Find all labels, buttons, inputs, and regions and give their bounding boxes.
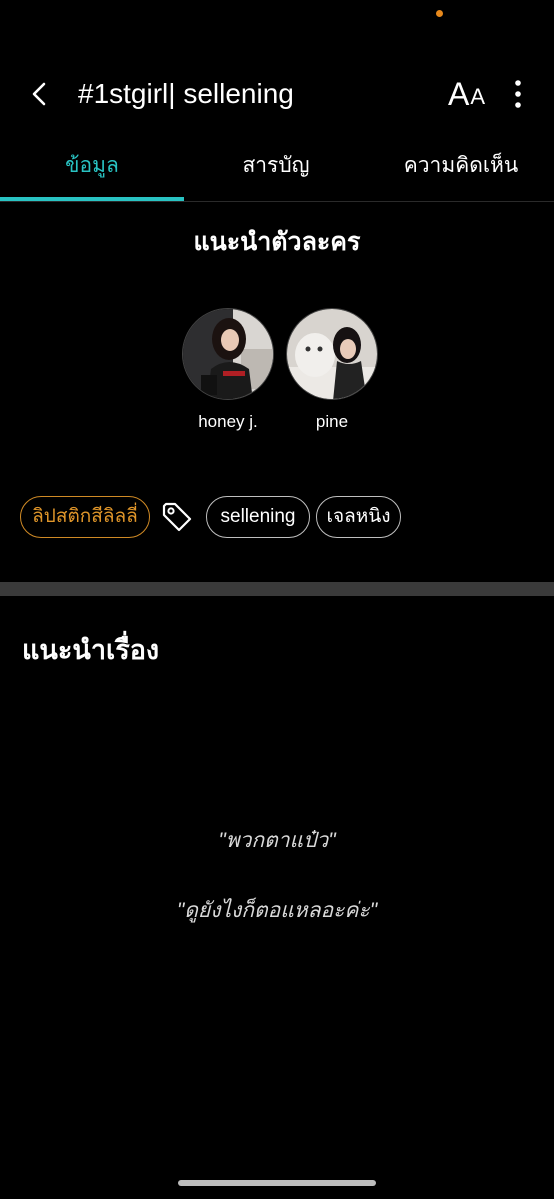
top-app-bar: #1stgirl| sellening A A	[0, 62, 554, 126]
chevron-left-icon	[32, 82, 46, 106]
more-vertical-icon	[515, 80, 521, 108]
tab-comments[interactable]: ความคิดเห็น	[368, 140, 554, 200]
more-options-button[interactable]	[506, 76, 530, 112]
section-divider	[0, 582, 554, 596]
characters-section-title: แนะนำตัวละคร	[193, 228, 361, 256]
tag-chip[interactable]: เจลหนิง	[316, 496, 401, 538]
story-info-screen: #1stgirl| sellening A A ข้อมูล สารบัญ คว…	[0, 0, 554, 1199]
character-name: honey j.	[198, 412, 258, 431]
status-indicator-dot	[436, 10, 443, 17]
page-title: #1stgirl| sellening	[78, 78, 294, 109]
character-name: pine	[315, 412, 349, 431]
font-size-small-letter: A	[470, 84, 486, 109]
tab-contents[interactable]: สารบัญ	[184, 140, 368, 200]
tag-chip[interactable]: sellening	[206, 496, 310, 538]
character-avatar	[182, 308, 274, 400]
font-size-button[interactable]: A A	[448, 74, 490, 114]
intro-section-title: แนะนำเรื่อง	[22, 635, 160, 665]
tab-bar: ข้อมูล สารบัญ ความคิดเห็น	[0, 140, 554, 202]
character-card[interactable]: pine	[277, 308, 387, 434]
tag-icon	[162, 502, 192, 532]
back-button[interactable]	[22, 76, 58, 112]
home-indicator[interactable]	[178, 1180, 376, 1186]
active-tab-indicator	[0, 197, 184, 201]
category-chip[interactable]: ลิปสติกสีลิลลี่	[20, 496, 150, 538]
character-avatar	[286, 308, 378, 400]
tab-info[interactable]: ข้อมูล	[0, 140, 184, 200]
character-card[interactable]: honey j.	[173, 308, 283, 434]
intro-quote: "พวกตาแป๋ว"	[218, 829, 336, 852]
font-size-large-letter: A	[448, 76, 470, 112]
intro-quote: "ดูยังไงก็ตอแหลอะค่ะ"	[176, 899, 378, 922]
